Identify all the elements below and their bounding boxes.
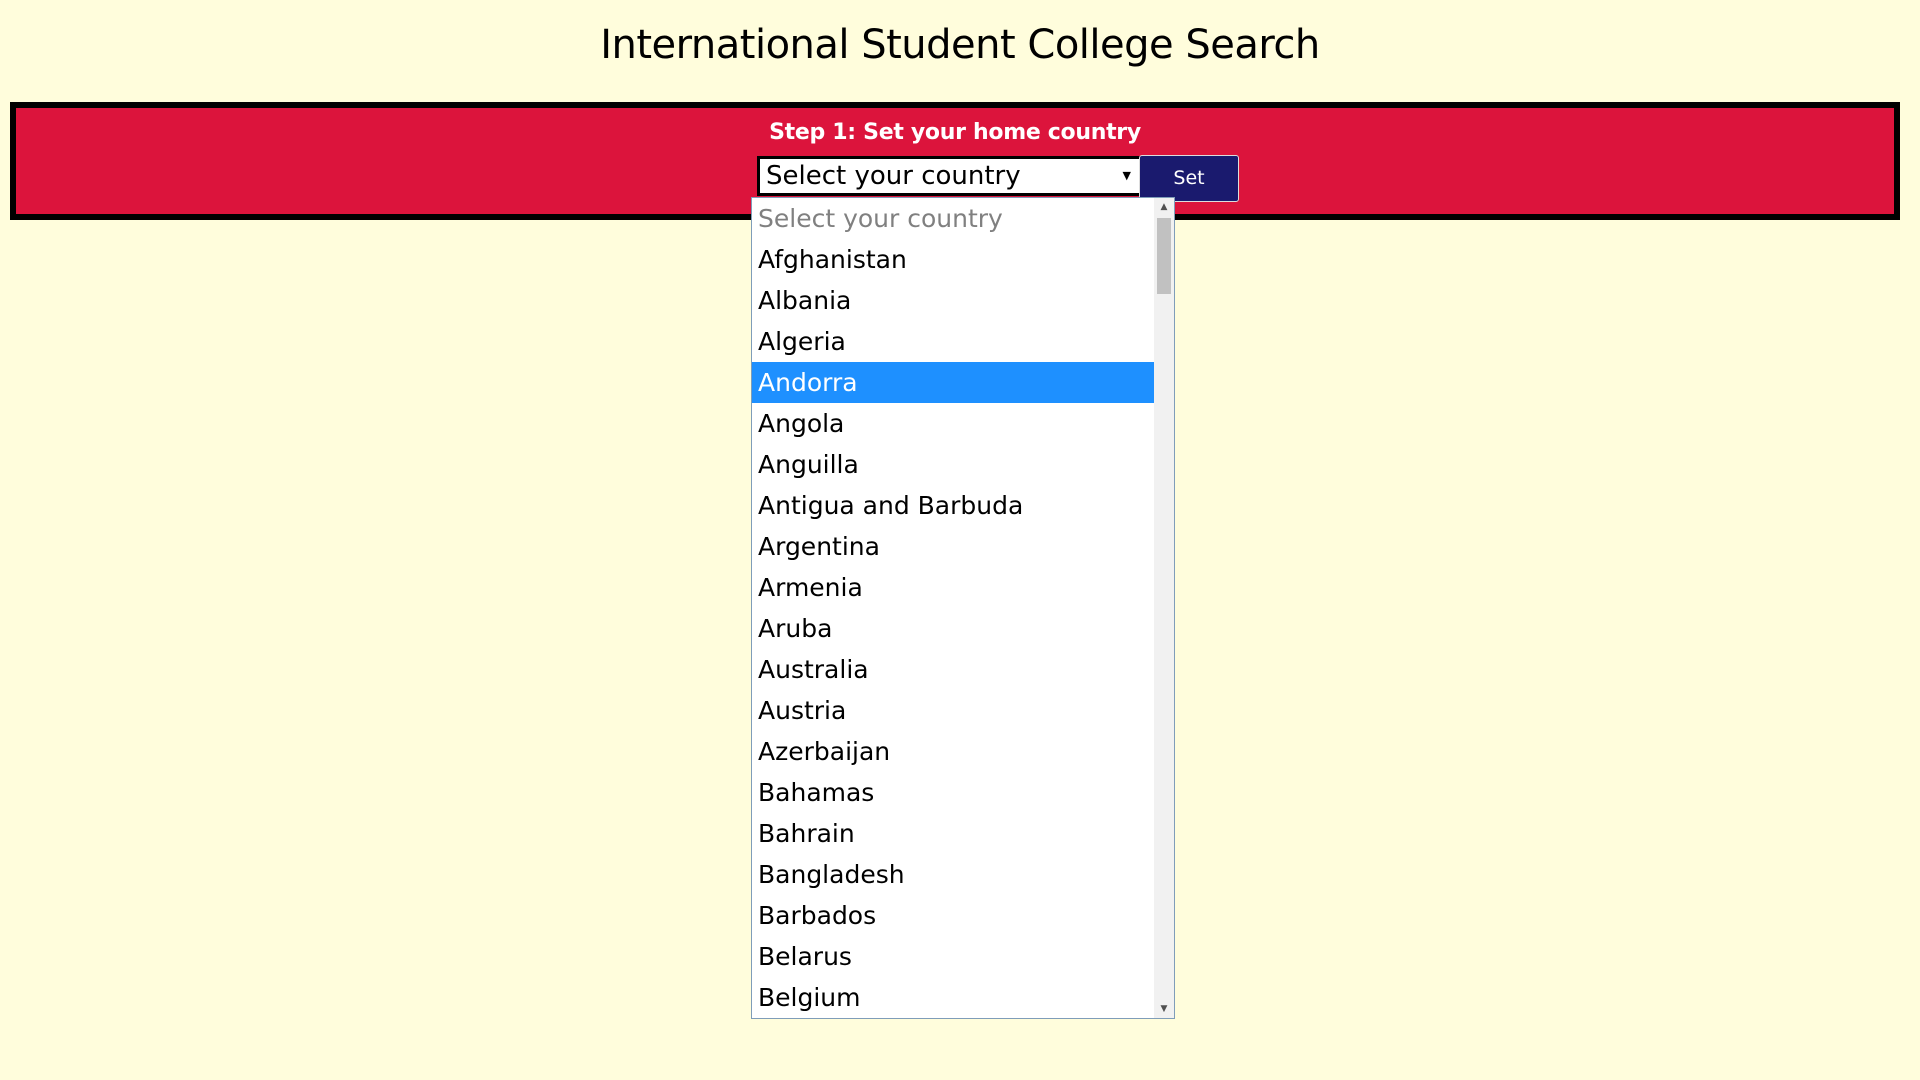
dropdown-option-placeholder[interactable]: Select your country bbox=[752, 198, 1155, 239]
dropdown-option[interactable]: Albania bbox=[752, 280, 1155, 321]
dropdown-option[interactable]: Belgium bbox=[752, 977, 1155, 1018]
dropdown-option[interactable]: Angola bbox=[752, 403, 1155, 444]
scroll-down-arrow-icon[interactable]: ▼ bbox=[1154, 1000, 1174, 1018]
country-dropdown-list[interactable]: Select your country Afghanistan Albania Alg… bbox=[751, 197, 1175, 1019]
dropdown-option[interactable]: Bahrain bbox=[752, 813, 1155, 854]
dropdown-option[interactable]: Azerbaijan bbox=[752, 731, 1155, 772]
set-button[interactable]: Set bbox=[1139, 155, 1239, 202]
dropdown-option[interactable]: Bangladesh bbox=[752, 854, 1155, 895]
dropdown-options: Select your country Afghanistan Albania Alg… bbox=[752, 198, 1155, 1018]
dropdown-option[interactable]: Austria bbox=[752, 690, 1155, 731]
country-select[interactable]: Select your country ▼ bbox=[757, 156, 1142, 196]
page-title: International Student College Search bbox=[600, 22, 1320, 68]
dropdown-option[interactable]: Anguilla bbox=[752, 444, 1155, 485]
dropdown-option[interactable]: Barbados bbox=[752, 895, 1155, 936]
scroll-thumb[interactable] bbox=[1157, 218, 1171, 294]
scroll-up-arrow-icon[interactable]: ▲ bbox=[1154, 198, 1174, 216]
dropdown-option[interactable]: Afghanistan bbox=[752, 239, 1155, 280]
dropdown-option[interactable]: Belarus bbox=[752, 936, 1155, 977]
dropdown-option[interactable]: Antigua and Barbuda bbox=[752, 485, 1155, 526]
country-select-value: Select your country bbox=[766, 161, 1021, 191]
dropdown-option[interactable]: Argentina bbox=[752, 526, 1155, 567]
dropdown-option[interactable]: Australia bbox=[752, 649, 1155, 690]
dropdown-option[interactable]: Aruba bbox=[752, 608, 1155, 649]
dropdown-option[interactable]: Armenia bbox=[752, 567, 1155, 608]
chevron-down-icon: ▼ bbox=[1122, 169, 1131, 182]
dropdown-scrollbar[interactable]: ▲ ▼ bbox=[1154, 198, 1174, 1018]
dropdown-option[interactable]: Bahamas bbox=[752, 772, 1155, 813]
dropdown-option[interactable]: Andorra bbox=[752, 362, 1155, 403]
dropdown-option[interactable]: Algeria bbox=[752, 321, 1155, 362]
step1-heading: Step 1: Set your home country bbox=[769, 120, 1141, 145]
